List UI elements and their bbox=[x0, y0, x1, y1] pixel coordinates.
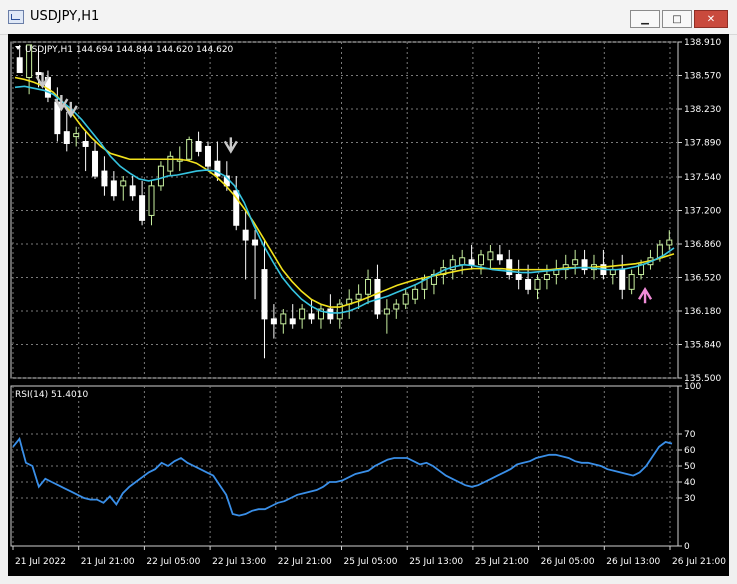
bear-candle bbox=[129, 185, 136, 197]
x-tick-label: 22 Jul 21:00 bbox=[278, 557, 332, 567]
rsi-tick-label: 0 bbox=[684, 542, 690, 552]
price-tick-label: 138.230 bbox=[684, 105, 721, 115]
bull-candle bbox=[280, 313, 287, 325]
x-tick-label: 25 Jul 05:00 bbox=[344, 557, 398, 567]
close-button[interactable]: ✕ bbox=[694, 10, 728, 28]
bull-candle bbox=[148, 185, 155, 216]
bear-candle bbox=[525, 278, 532, 290]
bull-candle bbox=[299, 308, 306, 320]
bear-candle bbox=[195, 141, 202, 152]
chart-canvas[interactable]: 138.910 138.570 138.230 137.890 137.540 137.2… bbox=[8, 34, 729, 576]
bull-candle bbox=[73, 133, 80, 138]
minimize-button[interactable]: ▁ bbox=[630, 10, 660, 28]
bear-candle bbox=[101, 170, 108, 187]
rsi-header-label: RSI(14) 51.4010 bbox=[15, 390, 88, 400]
bull-candle bbox=[402, 293, 409, 305]
bull-candle bbox=[478, 254, 485, 266]
bear-candle bbox=[308, 313, 315, 320]
bull-candle bbox=[459, 257, 466, 266]
bear-candle bbox=[261, 269, 268, 320]
price-tick-label: 136.180 bbox=[684, 307, 721, 317]
bear-candle bbox=[496, 254, 503, 261]
price-tick-label: 137.890 bbox=[684, 139, 721, 149]
maximize-button[interactable]: □ bbox=[662, 10, 692, 28]
price-tick-label: 136.860 bbox=[684, 240, 721, 250]
bear-candle bbox=[506, 259, 513, 276]
bear-candle bbox=[92, 150, 99, 177]
price-header-label: USDJPY,H1 144.694 144.844 144.620 144.62… bbox=[25, 45, 234, 55]
chart-area[interactable]: 138.910 138.570 138.230 137.890 137.540 137.2… bbox=[8, 34, 729, 576]
bear-candle bbox=[270, 318, 277, 325]
rsi-tick-label: 70 bbox=[684, 430, 696, 440]
bull-candle bbox=[487, 251, 494, 261]
bear-candle bbox=[515, 274, 522, 280]
bull-candle bbox=[120, 180, 127, 187]
bear-candle bbox=[619, 269, 626, 290]
price-tick-label: 135.840 bbox=[684, 340, 721, 350]
rsi-tick-label: 50 bbox=[684, 462, 696, 472]
window-title: USDJPY,H1 bbox=[30, 9, 100, 24]
x-tick-label: 26 Jul 05:00 bbox=[541, 557, 595, 567]
bear-candle bbox=[110, 180, 117, 197]
chart-window-icon bbox=[8, 10, 24, 24]
bear-candle bbox=[16, 57, 23, 74]
bear-candle bbox=[35, 72, 42, 76]
rsi-tick-label: 60 bbox=[684, 446, 696, 456]
bear-candle bbox=[139, 195, 146, 221]
rsi-tick-label: 40 bbox=[684, 478, 696, 488]
bear-candle bbox=[63, 131, 70, 144]
bear-candle bbox=[374, 278, 381, 315]
bear-candle bbox=[289, 318, 296, 325]
bear-candle bbox=[82, 141, 89, 147]
rsi-tick-label: 100 bbox=[684, 382, 701, 392]
x-tick-label: 25 Jul 21:00 bbox=[475, 557, 529, 567]
x-tick-label: 21 Jul 2022 bbox=[15, 557, 66, 567]
x-tick-label: 26 Jul 13:00 bbox=[606, 557, 660, 567]
bull-candle bbox=[365, 278, 372, 295]
bull-candle bbox=[572, 259, 579, 266]
price-tick-label: 137.200 bbox=[684, 206, 721, 216]
price-tick-label: 138.910 bbox=[684, 38, 721, 48]
x-tick-label: 21 Jul 21:00 bbox=[81, 557, 135, 567]
price-tick-label: 138.570 bbox=[684, 72, 721, 82]
bull-candle bbox=[157, 165, 164, 187]
x-tick-label: 22 Jul 05:00 bbox=[146, 557, 200, 567]
bear-candle bbox=[204, 145, 211, 167]
bull-candle bbox=[412, 288, 419, 300]
bull-candle bbox=[666, 239, 673, 246]
x-tick-label: 26 Jul 21:00 bbox=[672, 557, 726, 567]
price-tick-label: 137.540 bbox=[684, 173, 721, 183]
bull-candle bbox=[628, 274, 635, 290]
bear-candle bbox=[242, 229, 249, 241]
bear-candle bbox=[468, 259, 475, 266]
sell-arrow-icon bbox=[223, 137, 238, 154]
rsi-tick-label: 30 bbox=[684, 494, 696, 504]
bear-candle bbox=[252, 239, 259, 246]
bull-candle bbox=[186, 139, 193, 160]
x-tick-label: 25 Jul 13:00 bbox=[409, 557, 463, 567]
bull-candle bbox=[393, 303, 400, 310]
bull-candle bbox=[534, 278, 541, 290]
buy-arrow-icon bbox=[638, 286, 653, 304]
bear-candle bbox=[327, 308, 334, 320]
bull-candle bbox=[543, 274, 550, 280]
bull-candle bbox=[355, 293, 362, 300]
bull-candle bbox=[383, 308, 390, 315]
window-titlebar[interactable]: USDJPY,H1 ▁ □ ✕ bbox=[0, 0, 737, 35]
x-tick-label: 22 Jul 13:00 bbox=[212, 557, 266, 567]
price-tick-label: 136.520 bbox=[684, 273, 721, 283]
